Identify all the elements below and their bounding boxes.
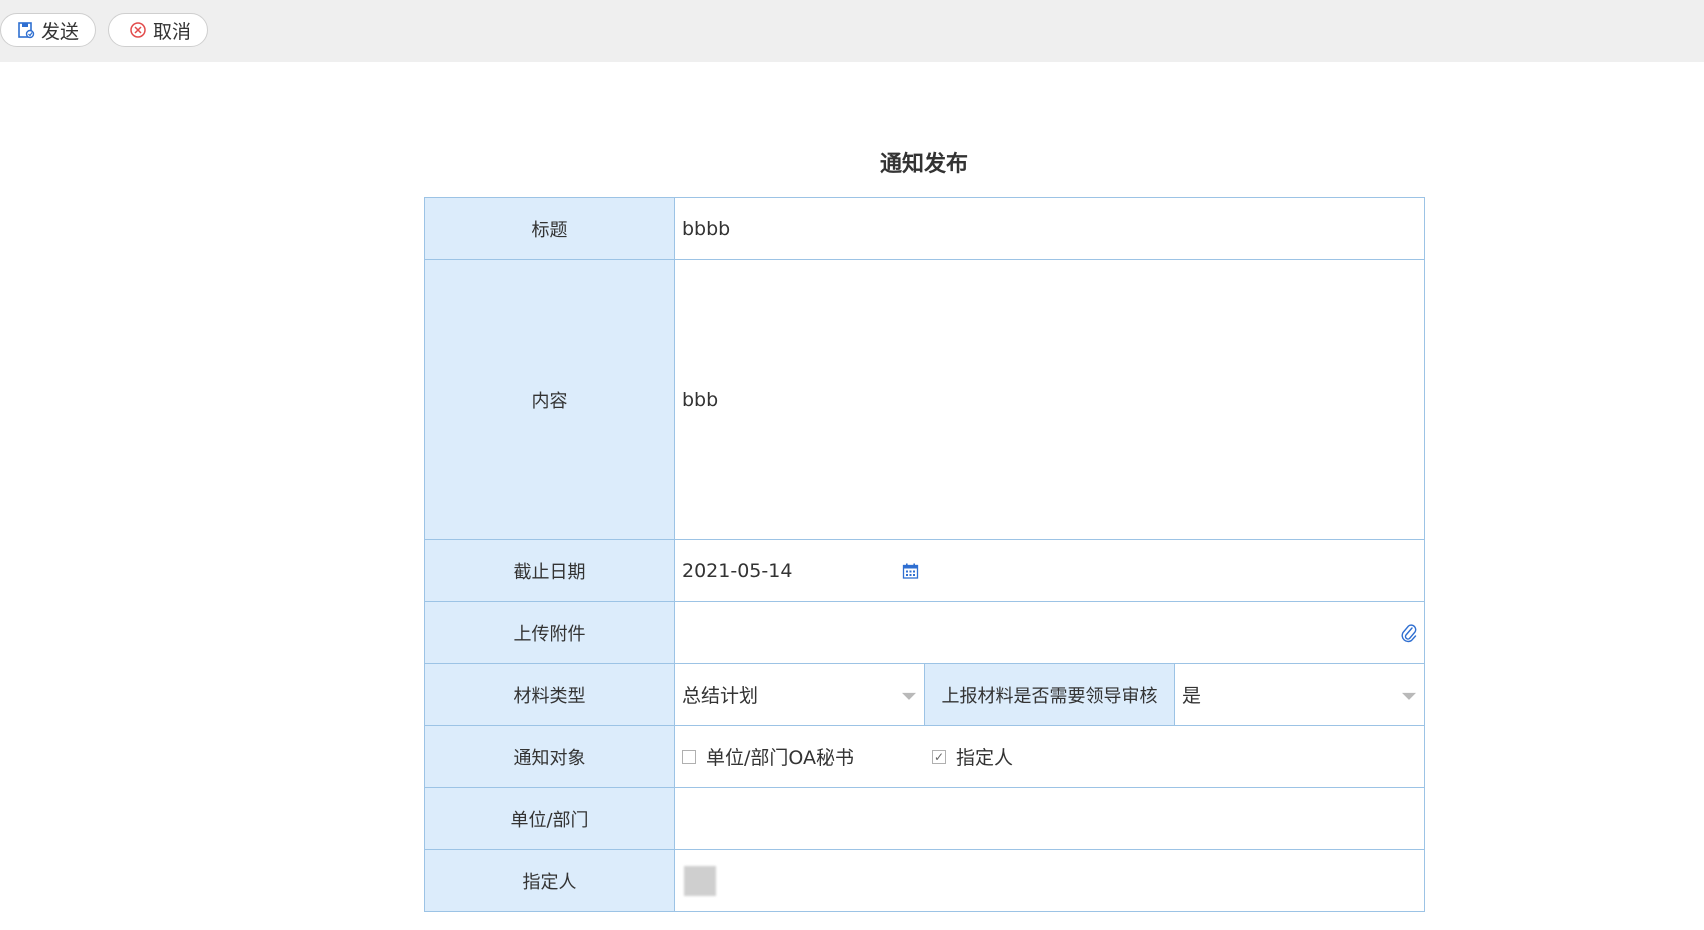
assignee-label: 指定人	[424, 849, 675, 912]
content-field[interactable]: bbb	[674, 259, 1425, 540]
row-title: 标题 bbbb	[424, 197, 1425, 260]
attachment-label: 上传附件	[424, 601, 675, 664]
material-type-value: 总结计划	[682, 685, 759, 707]
unit-label: 单位/部门	[424, 787, 675, 850]
material-type-select[interactable]: 总结计划	[674, 663, 925, 726]
calendar-icon[interactable]	[902, 562, 919, 579]
deadline-value: 2021-05-14	[682, 559, 793, 582]
cancel-button[interactable]: 取消	[108, 13, 208, 47]
checkbox-checked-icon[interactable]: ✓	[932, 749, 946, 764]
notify-target-label: 通知对象	[424, 725, 675, 788]
notice-form: 标题 bbbb 内容 bbb 截止日期 2021-05-14 上传附件 材料类型…	[424, 197, 1425, 912]
deadline-field[interactable]: 2021-05-14	[674, 539, 1425, 602]
content-label: 内容	[424, 259, 675, 540]
cancel-label: 取消	[153, 20, 192, 43]
deadline-label: 截止日期	[424, 539, 675, 602]
content-value: bbb	[682, 388, 719, 411]
row-material-type: 材料类型 总结计划 上报材料是否需要领导审核 是	[424, 663, 1425, 726]
review-select[interactable]: 是	[1174, 663, 1425, 726]
send-button[interactable]: 发送	[0, 13, 96, 47]
dropdown-caret-icon[interactable]	[902, 692, 916, 700]
review-label: 上报材料是否需要领导审核	[924, 663, 1175, 726]
notify-option-1-label: 单位/部门OA秘书	[706, 747, 855, 769]
notify-option-2-label: 指定人	[956, 747, 1014, 769]
title-value: bbbb	[682, 217, 731, 240]
row-notify-target: 通知对象 单位/部门OA秘书 ✓ 指定人	[424, 725, 1425, 788]
row-deadline: 截止日期 2021-05-14	[424, 539, 1425, 602]
assignee-field[interactable]	[674, 849, 1425, 912]
title-field[interactable]: bbbb	[674, 197, 1425, 260]
cancel-icon	[129, 21, 147, 39]
avatar	[684, 865, 716, 896]
notify-option-assignee[interactable]: ✓ 指定人	[932, 743, 1013, 770]
checkbox-icon[interactable]	[682, 749, 696, 764]
row-attachment: 上传附件	[424, 601, 1425, 664]
material-type-label: 材料类型	[424, 663, 675, 726]
review-value: 是	[1182, 685, 1202, 707]
row-content: 内容 bbb	[424, 259, 1425, 540]
row-unit: 单位/部门	[424, 787, 1425, 850]
notify-option-oa-secretary[interactable]: 单位/部门OA秘书	[682, 743, 932, 770]
attachment-field	[674, 601, 1425, 664]
row-assignee: 指定人	[424, 849, 1425, 912]
dropdown-caret-icon[interactable]	[1402, 692, 1416, 700]
title-label: 标题	[424, 197, 675, 260]
paperclip-icon[interactable]	[1400, 622, 1418, 644]
notify-target-field: 单位/部门OA秘书 ✓ 指定人	[674, 725, 1425, 788]
unit-field[interactable]	[674, 787, 1425, 850]
save-icon	[17, 21, 35, 39]
toolbar: 发送 取消	[0, 0, 1704, 62]
send-label: 发送	[41, 20, 80, 43]
page-title: 通知发布	[879, 152, 968, 177]
